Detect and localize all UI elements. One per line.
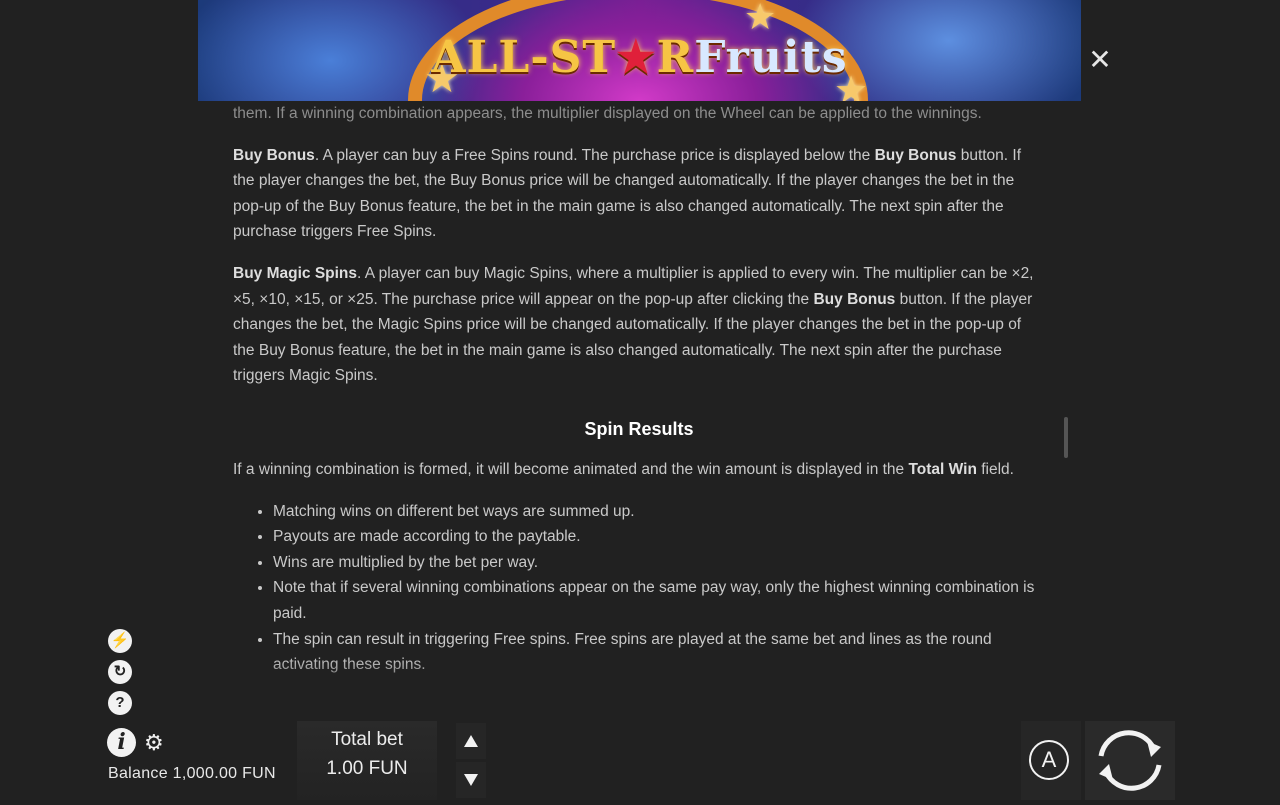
game-logo: ALL-ST★RFruits — [431, 32, 848, 83]
info-icon[interactable]: i — [107, 728, 136, 757]
bet-increase-button[interactable] — [456, 723, 486, 759]
autoplay-icon: A — [1029, 740, 1069, 780]
autoplay-button[interactable]: A — [1021, 721, 1081, 800]
gear-icon[interactable]: ⚙ — [144, 732, 164, 754]
content-fade — [233, 657, 1045, 701]
buy-bonus-title: Buy Bonus — [233, 146, 315, 164]
spin-icon — [1098, 730, 1162, 791]
bet-decrease-button[interactable] — [456, 762, 486, 798]
buy-bonus-paragraph: Buy Bonus. A player can buy a Free Spins… — [233, 146, 1022, 241]
turbo-icon[interactable]: ⚡ — [108, 629, 132, 653]
section-title-spin-results: Spin Results — [584, 418, 694, 439]
total-bet-panel: Total bet 1.00 FUN — [297, 721, 437, 800]
spin-results-list: Matching wins on different bet ways are … — [233, 499, 1045, 678]
spin-results-intro: If a winning combination is formed, it w… — [233, 460, 1014, 478]
arrow-up-icon — [464, 735, 478, 747]
balance-display: Balance 1,000.00 FUN — [108, 765, 276, 782]
buy-magic-spins-paragraph: Buy Magic Spins. A player can buy Magic … — [233, 264, 1034, 385]
list-item: Wins are multiplied by the bet per way. — [273, 550, 1045, 576]
list-item: Matching wins on different bet ways are … — [273, 499, 1045, 525]
rules-content[interactable]: them. If a winning combination appears, … — [233, 101, 1045, 701]
game-banner: ★ ★ ★ ALL-ST★RFruits — [198, 0, 1081, 101]
spin-button[interactable] — [1085, 721, 1175, 800]
total-bet-label: Total bet — [331, 729, 403, 750]
faded-paragraph: them. If a winning combination appears, … — [233, 105, 982, 122]
help-icon[interactable]: ? — [108, 691, 132, 715]
arrow-down-icon — [464, 774, 478, 786]
scrollbar-thumb[interactable] — [1064, 417, 1068, 458]
buy-magic-spins-title: Buy Magic Spins — [233, 264, 358, 282]
list-item: Payouts are made according to the paytab… — [273, 524, 1045, 550]
history-icon[interactable]: ↻ — [108, 660, 132, 684]
close-button[interactable]: ✕ — [1088, 46, 1112, 74]
total-bet-value: 1.00 FUN — [326, 758, 408, 779]
list-item: Note that if several winning combination… — [273, 575, 1045, 626]
